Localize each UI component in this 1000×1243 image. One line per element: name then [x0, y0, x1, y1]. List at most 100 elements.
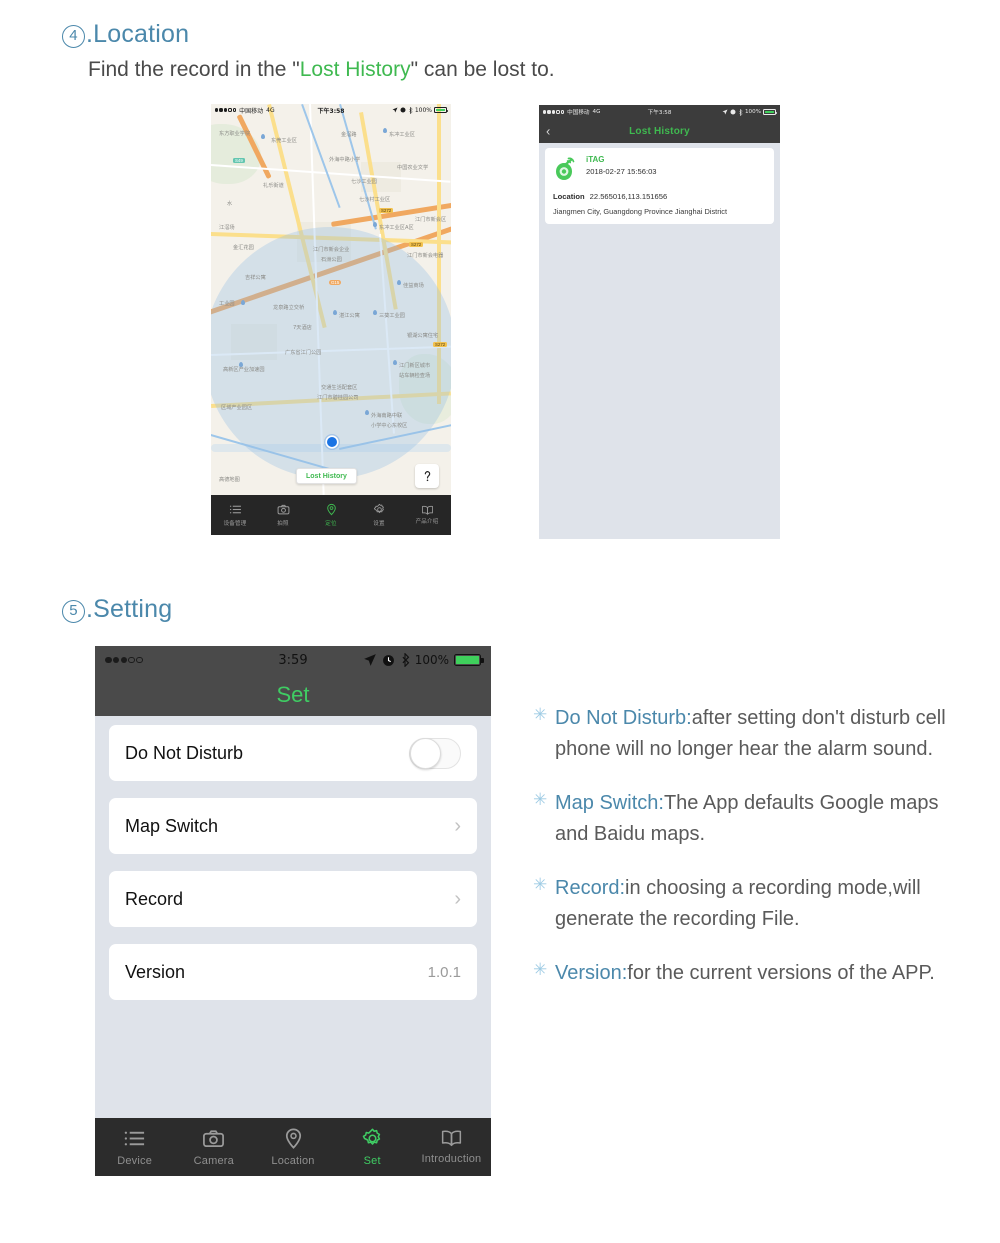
- tab-label: 设置: [373, 520, 385, 527]
- map-poi-label: 中国农业文学: [397, 165, 429, 171]
- map-poi-label: 东冲工业区A区: [379, 225, 414, 231]
- map-status-bar: 中国移动 4G 下午3:58 100%: [211, 104, 451, 116]
- page-title: Lost History: [629, 125, 690, 137]
- tab-item-定位[interactable]: 定位: [307, 503, 355, 527]
- tab-item-introduction[interactable]: Introduction: [412, 1129, 491, 1165]
- camera-icon: [277, 503, 290, 516]
- camera-icon: [202, 1127, 225, 1150]
- map-tab-bar[interactable]: 设备管理 拍照 定位 设置 产品介绍: [211, 495, 451, 535]
- do-not-disturb-toggle[interactable]: [409, 737, 461, 769]
- section-setting-title: .Setting: [86, 595, 173, 623]
- map-route-shield: G15: [329, 279, 342, 286]
- description-term: Map Switch:: [555, 792, 664, 814]
- map-poi-label: 江门市碧桂园公司: [317, 395, 359, 401]
- map-poi-label: 外海中路小学: [329, 157, 361, 163]
- battery-percent-label: 100%: [414, 106, 432, 114]
- tab-item-location[interactable]: Location: [253, 1127, 332, 1167]
- desc-after: " can be lost to.: [410, 58, 555, 81]
- location-arrow-icon: [722, 109, 728, 115]
- map-poi-label: 工业园: [219, 301, 235, 307]
- map-poi-label: 高德地图: [219, 477, 240, 483]
- description-term: Do Not Disturb:: [555, 707, 692, 729]
- map-poi-label: 三葵工业园: [379, 313, 405, 319]
- settings-row-label: Version: [125, 961, 186, 982]
- record-address: Jiangmen City, Guangdong Province Jiangh…: [553, 207, 728, 216]
- lost-record-card[interactable]: iTAG 2018-02-27 15:56:03 Location 22.5650…: [545, 148, 774, 224]
- map-poi-pin: [393, 360, 397, 365]
- tab-label: Introduction: [421, 1152, 482, 1165]
- tab-item-camera[interactable]: Camera: [174, 1127, 253, 1167]
- map-poi-label: 金汇花园: [233, 245, 254, 251]
- map-canvas[interactable]: S49 G15 S272 S272 S272 东方职业学院 东莞工业区 金滘路 东冲工…: [211, 104, 451, 495]
- description-item: ✳ Version:for the current versions of the…: [533, 958, 963, 989]
- section-setting-heading: 5 .Setting: [62, 595, 172, 624]
- map-poi-label: 东莞工业区: [271, 138, 297, 144]
- battery-icon: [454, 654, 484, 666]
- map-poi-label: 广东省江门公园: [285, 350, 322, 356]
- settings-row-map-switch[interactable]: Map Switch ›: [109, 798, 477, 854]
- tab-item-产品介绍[interactable]: 产品介绍: [403, 505, 451, 525]
- map-route-shield: S272: [409, 241, 424, 248]
- section-number-4: 4: [62, 25, 85, 48]
- status-clock: 下午3:58: [647, 110, 672, 116]
- tab-item-set[interactable]: Set: [333, 1127, 412, 1167]
- tab-label: 拍照: [277, 520, 289, 527]
- map-poi-pin: [241, 300, 245, 305]
- bluetooth-icon: [409, 106, 413, 114]
- tab-item-设置[interactable]: 设置: [355, 503, 403, 527]
- tab-label: Camera: [193, 1155, 234, 1167]
- description-text: Map Switch:The App defaults Google maps …: [555, 788, 963, 850]
- desc-highlight: Lost History: [299, 58, 411, 81]
- gear-icon: [361, 1127, 384, 1150]
- map-poi-pin: [373, 310, 377, 315]
- map-poi-label: 江门市新会企业: [313, 247, 350, 253]
- book-icon: [421, 505, 434, 515]
- lost-history-button[interactable]: Lost History: [296, 468, 357, 484]
- map-poi-label: 礼乐街道: [263, 183, 284, 189]
- map-poi-pin: [383, 128, 387, 133]
- history-nav-bar: ‹ Lost History: [539, 119, 780, 143]
- settings-row-version[interactable]: Version 1.0.1: [109, 944, 477, 1000]
- chevron-right-icon: ›: [454, 888, 461, 910]
- carrier-label: 中国移动: [239, 107, 264, 115]
- map-poi-label: 江门市新会区: [415, 217, 447, 223]
- signal-dots-icon: [215, 108, 237, 112]
- map-poi-label: 7天酒店: [293, 325, 312, 331]
- settings-row-record[interactable]: Record ›: [109, 871, 477, 927]
- description-item: ✳ Record:in choosing a recording mode,wil…: [533, 873, 963, 935]
- network-label: 4G: [266, 106, 275, 114]
- settings-row-do-not-disturb[interactable]: Do Not Disturb: [109, 725, 477, 781]
- tab-item-设备管理[interactable]: 设备管理: [211, 503, 259, 527]
- toggle-knob: [410, 737, 441, 769]
- map-poi-label: 小学中心东校区: [371, 423, 408, 429]
- set-tab-bar[interactable]: Device Camera Location Set Introduction: [95, 1118, 491, 1176]
- map-poi-pin: [397, 280, 401, 285]
- battery-percent-label: 100%: [745, 109, 761, 115]
- section-number-5: 5: [62, 600, 85, 623]
- set-body: Do Not Disturb Map Switch › Record › Version 1…: [95, 716, 491, 1118]
- alarm-icon: [400, 107, 406, 113]
- map-route-shield: S272: [433, 341, 448, 348]
- map-poi-label: 站车辆检查场: [399, 373, 431, 379]
- map-poi-pin: [261, 134, 265, 139]
- status-clock: 3:59: [278, 652, 308, 668]
- tab-item-拍照[interactable]: 拍照: [259, 503, 307, 527]
- map-screen-phone: S49 G15 S272 S272 S272 东方职业学院 东莞工业区 金滘路 东冲工…: [211, 104, 451, 535]
- map-poi-pin: [333, 310, 337, 315]
- section-location-heading: 4 .Location: [62, 20, 189, 49]
- tab-item-device[interactable]: Device: [95, 1127, 174, 1167]
- description-text: Version:for the current versions of the …: [555, 958, 935, 989]
- asterisk-bullet-icon: ✳: [533, 960, 548, 979]
- map-poi-label: 七沙工业园: [351, 179, 377, 185]
- map-poi-label: 佳益商场: [403, 283, 424, 289]
- description-term: Version:: [555, 962, 628, 984]
- map-poi-label: 七沙村工业区: [359, 197, 391, 203]
- tab-label: 设备管理: [223, 520, 247, 527]
- book-icon: [440, 1129, 463, 1147]
- tab-label: 定位: [325, 520, 337, 527]
- list-icon: [229, 503, 242, 516]
- lost-history-phone: 中国移动 4G 下午3:58 100% ‹ Lost History iTAG …: [539, 105, 780, 539]
- settings-row-value: 1.0.1: [427, 963, 461, 981]
- chevron-left-icon[interactable]: ‹: [546, 125, 550, 138]
- locate-icon[interactable]: [415, 464, 439, 488]
